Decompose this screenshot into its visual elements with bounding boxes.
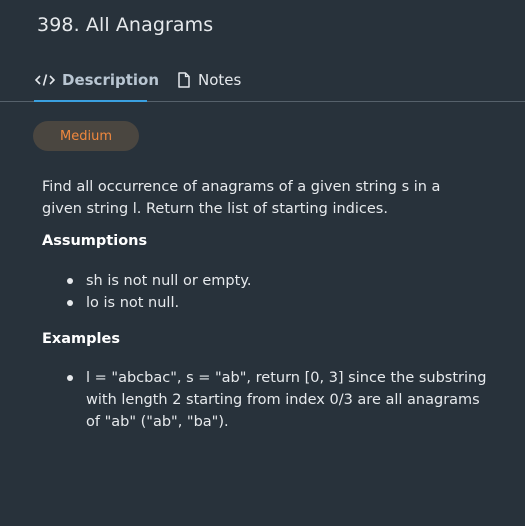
assumptions-list: sh is not null or empty. lo is not null. [64,270,494,314]
list-item: sh is not null or empty. [64,270,494,292]
tab-notes[interactable]: Notes [177,58,241,101]
examples-heading: Examples [42,331,120,347]
tab-bar: Description Notes [0,58,525,102]
problem-description: Find all occurrence of anagrams of a giv… [42,179,441,217]
list-item: l = "abcbac", s = "ab", return [0, 3] si… [64,367,494,433]
code-icon [35,73,55,87]
list-item: lo is not null. [64,292,494,314]
document-icon [177,71,191,88]
examples-list: l = "abcbac", s = "ab", return [0, 3] si… [64,367,494,433]
tab-description-label: Description [62,70,160,89]
problem-title: 398. All Anagrams [37,14,214,36]
difficulty-badge: Medium [33,121,139,151]
assumptions-heading: Assumptions [42,233,148,249]
tab-description[interactable]: Description [34,58,159,102]
tab-notes-label: Notes [198,70,242,89]
